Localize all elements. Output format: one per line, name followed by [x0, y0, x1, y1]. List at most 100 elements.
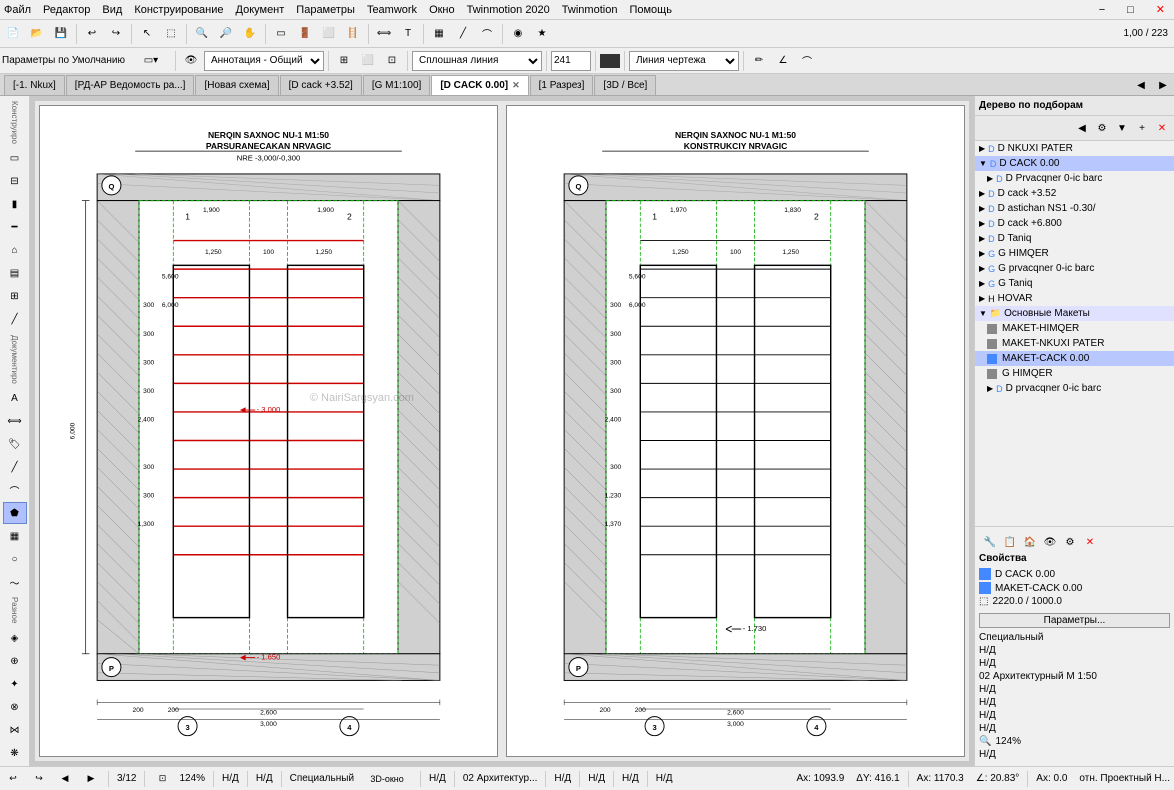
menu-view[interactable]: Вид [102, 4, 122, 16]
status-nav2[interactable]: ▶ [82, 770, 100, 788]
panel-add-icon[interactable]: + [1133, 119, 1151, 137]
open-btn[interactable]: 📂 [26, 23, 48, 45]
tree-item-ghimqer2[interactable]: G HIMQER [975, 366, 1174, 381]
params-button[interactable]: Параметры... [979, 613, 1170, 628]
tab-3d[interactable]: [3D / Все] [594, 75, 656, 95]
annotation-select[interactable]: Аннотация - Общий [204, 51, 324, 71]
text-btn[interactable]: T [397, 23, 419, 45]
tree-item-maket-nkuxi[interactable]: MAKET-NKUXI PATER [975, 336, 1174, 351]
window-btn[interactable]: ⬜ [318, 23, 340, 45]
render-btn[interactable]: ★ [531, 23, 553, 45]
misc6-tool[interactable]: ❋ [3, 742, 27, 764]
menu-twinmotion[interactable]: Twinmotion [562, 4, 618, 16]
tab-scroll-left[interactable]: ◀ [1130, 75, 1152, 95]
panel-delete-icon[interactable]: ✕ [1153, 119, 1171, 137]
tree-item-dcack68[interactable]: ▶ D D cack +6.800 [975, 216, 1174, 231]
column-tool[interactable]: ▮ [3, 194, 27, 216]
annotation-toggle[interactable]: 👁 [180, 50, 202, 72]
panel-filter-icon[interactable]: ▼ [1113, 119, 1131, 137]
text-tool[interactable]: A [3, 387, 27, 409]
pointer-btn[interactable]: ↖ [136, 23, 158, 45]
redo-btn[interactable]: ↪ [105, 23, 127, 45]
dim-tool[interactable]: ⟺ [3, 410, 27, 432]
stair-tool[interactable]: ▤ [3, 263, 27, 285]
tree-item-maket-cack[interactable]: MAKET-CACK 0.00 [975, 351, 1174, 366]
misc4-tool[interactable]: ⊗ [3, 696, 27, 718]
misc5-tool[interactable]: ⋈ [3, 719, 27, 741]
props-icon1[interactable]: 🔧 [981, 533, 999, 551]
menu-document[interactable]: Документ [236, 4, 285, 16]
menu-twinmotion2020[interactable]: Twinmotion 2020 [467, 4, 550, 16]
props-icon4[interactable]: 👁 [1041, 533, 1059, 551]
menu-file[interactable]: Файл [4, 4, 31, 16]
tab-scroll-right[interactable]: ▶ [1152, 75, 1174, 95]
menu-teamwork[interactable]: Teamwork [367, 4, 417, 16]
tab-gm100[interactable]: [G M1:100] [363, 75, 430, 95]
zoom-out-btn[interactable]: 🔎 [215, 23, 237, 45]
tree-item-dprvacqner[interactable]: ▶ D D Prvacqner 0-ic barc [975, 171, 1174, 186]
status-nav[interactable]: ◀ [56, 770, 74, 788]
pen-color-btn[interactable] [600, 54, 620, 68]
tab-nkux[interactable]: [-1. Nkux] [4, 75, 65, 95]
grid-btn[interactable]: ⬜ [357, 50, 379, 72]
layer-select[interactable]: Линия чертежа [629, 51, 739, 71]
tab-schema[interactable]: [Новая схема] [195, 75, 278, 95]
tab-vedomost[interactable]: [РД-АР Ведомость ра...] [66, 75, 195, 95]
tree-item-ghimqer[interactable]: ▶ G G HIMQER [975, 246, 1174, 261]
props-icon-close[interactable]: ✕ [1081, 533, 1099, 551]
3d-btn[interactable]: ◉ [507, 23, 529, 45]
line-btn[interactable]: ╱ [452, 23, 474, 45]
window-minimize[interactable]: − [1094, 4, 1110, 16]
mesh-tool[interactable]: ⊞ [3, 286, 27, 308]
misc1-tool[interactable]: ◈ [3, 627, 27, 649]
status-undo[interactable]: ↩ [4, 770, 22, 788]
save-btn[interactable]: 💾 [50, 23, 72, 45]
select-btn[interactable]: ⬚ [160, 23, 182, 45]
panel-settings-icon[interactable]: ⚙ [1093, 119, 1111, 137]
props-icon5[interactable]: ⚙ [1061, 533, 1079, 551]
scale-input[interactable] [551, 51, 591, 71]
draw-line-tool[interactable]: ╱ [3, 456, 27, 478]
tree-item-dastichan[interactable]: ▶ D D astichan NS1 -0.30/ [975, 201, 1174, 216]
snap-btn[interactable]: ⊞ [333, 50, 355, 72]
canvas-area[interactable]: NERQIN SAXNOC NU-1 M1:50 PARSURANECAKAN … [30, 96, 974, 766]
misc2-tool[interactable]: ⊕ [3, 650, 27, 672]
tree-item-dcack00[interactable]: ▼ D D CACK 0.00 [975, 156, 1174, 171]
panel-collapse-icon[interactable]: ◀ [1073, 119, 1091, 137]
roof-tool[interactable]: ⌂ [3, 240, 27, 262]
label-tool[interactable]: 🏷 [3, 433, 27, 455]
tree-item-gprvacqner[interactable]: ▶ G G prvacqner 0-ic barc [975, 261, 1174, 276]
tree-item-dtaniq[interactable]: ▶ D D Taniq [975, 231, 1174, 246]
beam-tool[interactable]: ━ [3, 217, 27, 239]
curve-btn[interactable]: ⌒ [796, 50, 818, 72]
stair-btn[interactable]: 🪜 [342, 23, 364, 45]
default-params-btn[interactable]: ▭▾ [131, 50, 171, 72]
door-btn[interactable]: 🚪 [294, 23, 316, 45]
tree-item-dcack352[interactable]: ▶ D D cack +3.52 [975, 186, 1174, 201]
tab-cack352[interactable]: [D cack +3.52] [280, 75, 362, 95]
props-icon3[interactable]: 🏠 [1021, 533, 1039, 551]
menu-params[interactable]: Параметры [296, 4, 355, 16]
window-close[interactable]: ✕ [1151, 3, 1170, 16]
menu-construct[interactable]: Конструирование [134, 4, 223, 16]
tree-item-osnmakety[interactable]: ▼ 📁 Основные Макеты [975, 306, 1174, 321]
props-icon2[interactable]: 📋 [1001, 533, 1019, 551]
arc-btn[interactable]: ⌒ [476, 23, 498, 45]
right-drawing[interactable]: NERQIN SAXNOC NU-1 M1:50 KONSTRUKCIY NRV… [506, 105, 965, 757]
ramp-tool[interactable]: ╱ [3, 309, 27, 331]
misc3-tool[interactable]: ✦ [3, 673, 27, 695]
tree-item-gtaniq[interactable]: ▶ G G Taniq [975, 276, 1174, 291]
fill-btn[interactable]: ▦ [428, 23, 450, 45]
new-btn[interactable]: 📄 [2, 23, 24, 45]
tree-item-dnkuxi[interactable]: ▶ D D NKUXI PATER [975, 141, 1174, 156]
dim-btn[interactable]: ⟺ [373, 23, 395, 45]
tree-item-hovar[interactable]: ▶ H HOVAR [975, 291, 1174, 306]
pan-btn[interactable]: ✋ [239, 23, 261, 45]
menu-editor[interactable]: Редактор [43, 4, 90, 16]
angle-btn[interactable]: ∠ [772, 50, 794, 72]
draw-poly-tool[interactable]: ⬟ [3, 502, 27, 524]
draw-fill-tool[interactable]: ▦ [3, 525, 27, 547]
ortho-btn[interactable]: ⊡ [381, 50, 403, 72]
menu-help[interactable]: Помощь [629, 4, 672, 16]
tree-item-dprvacqner2[interactable]: ▶ D D prvacqner 0-ic barc [975, 381, 1174, 396]
